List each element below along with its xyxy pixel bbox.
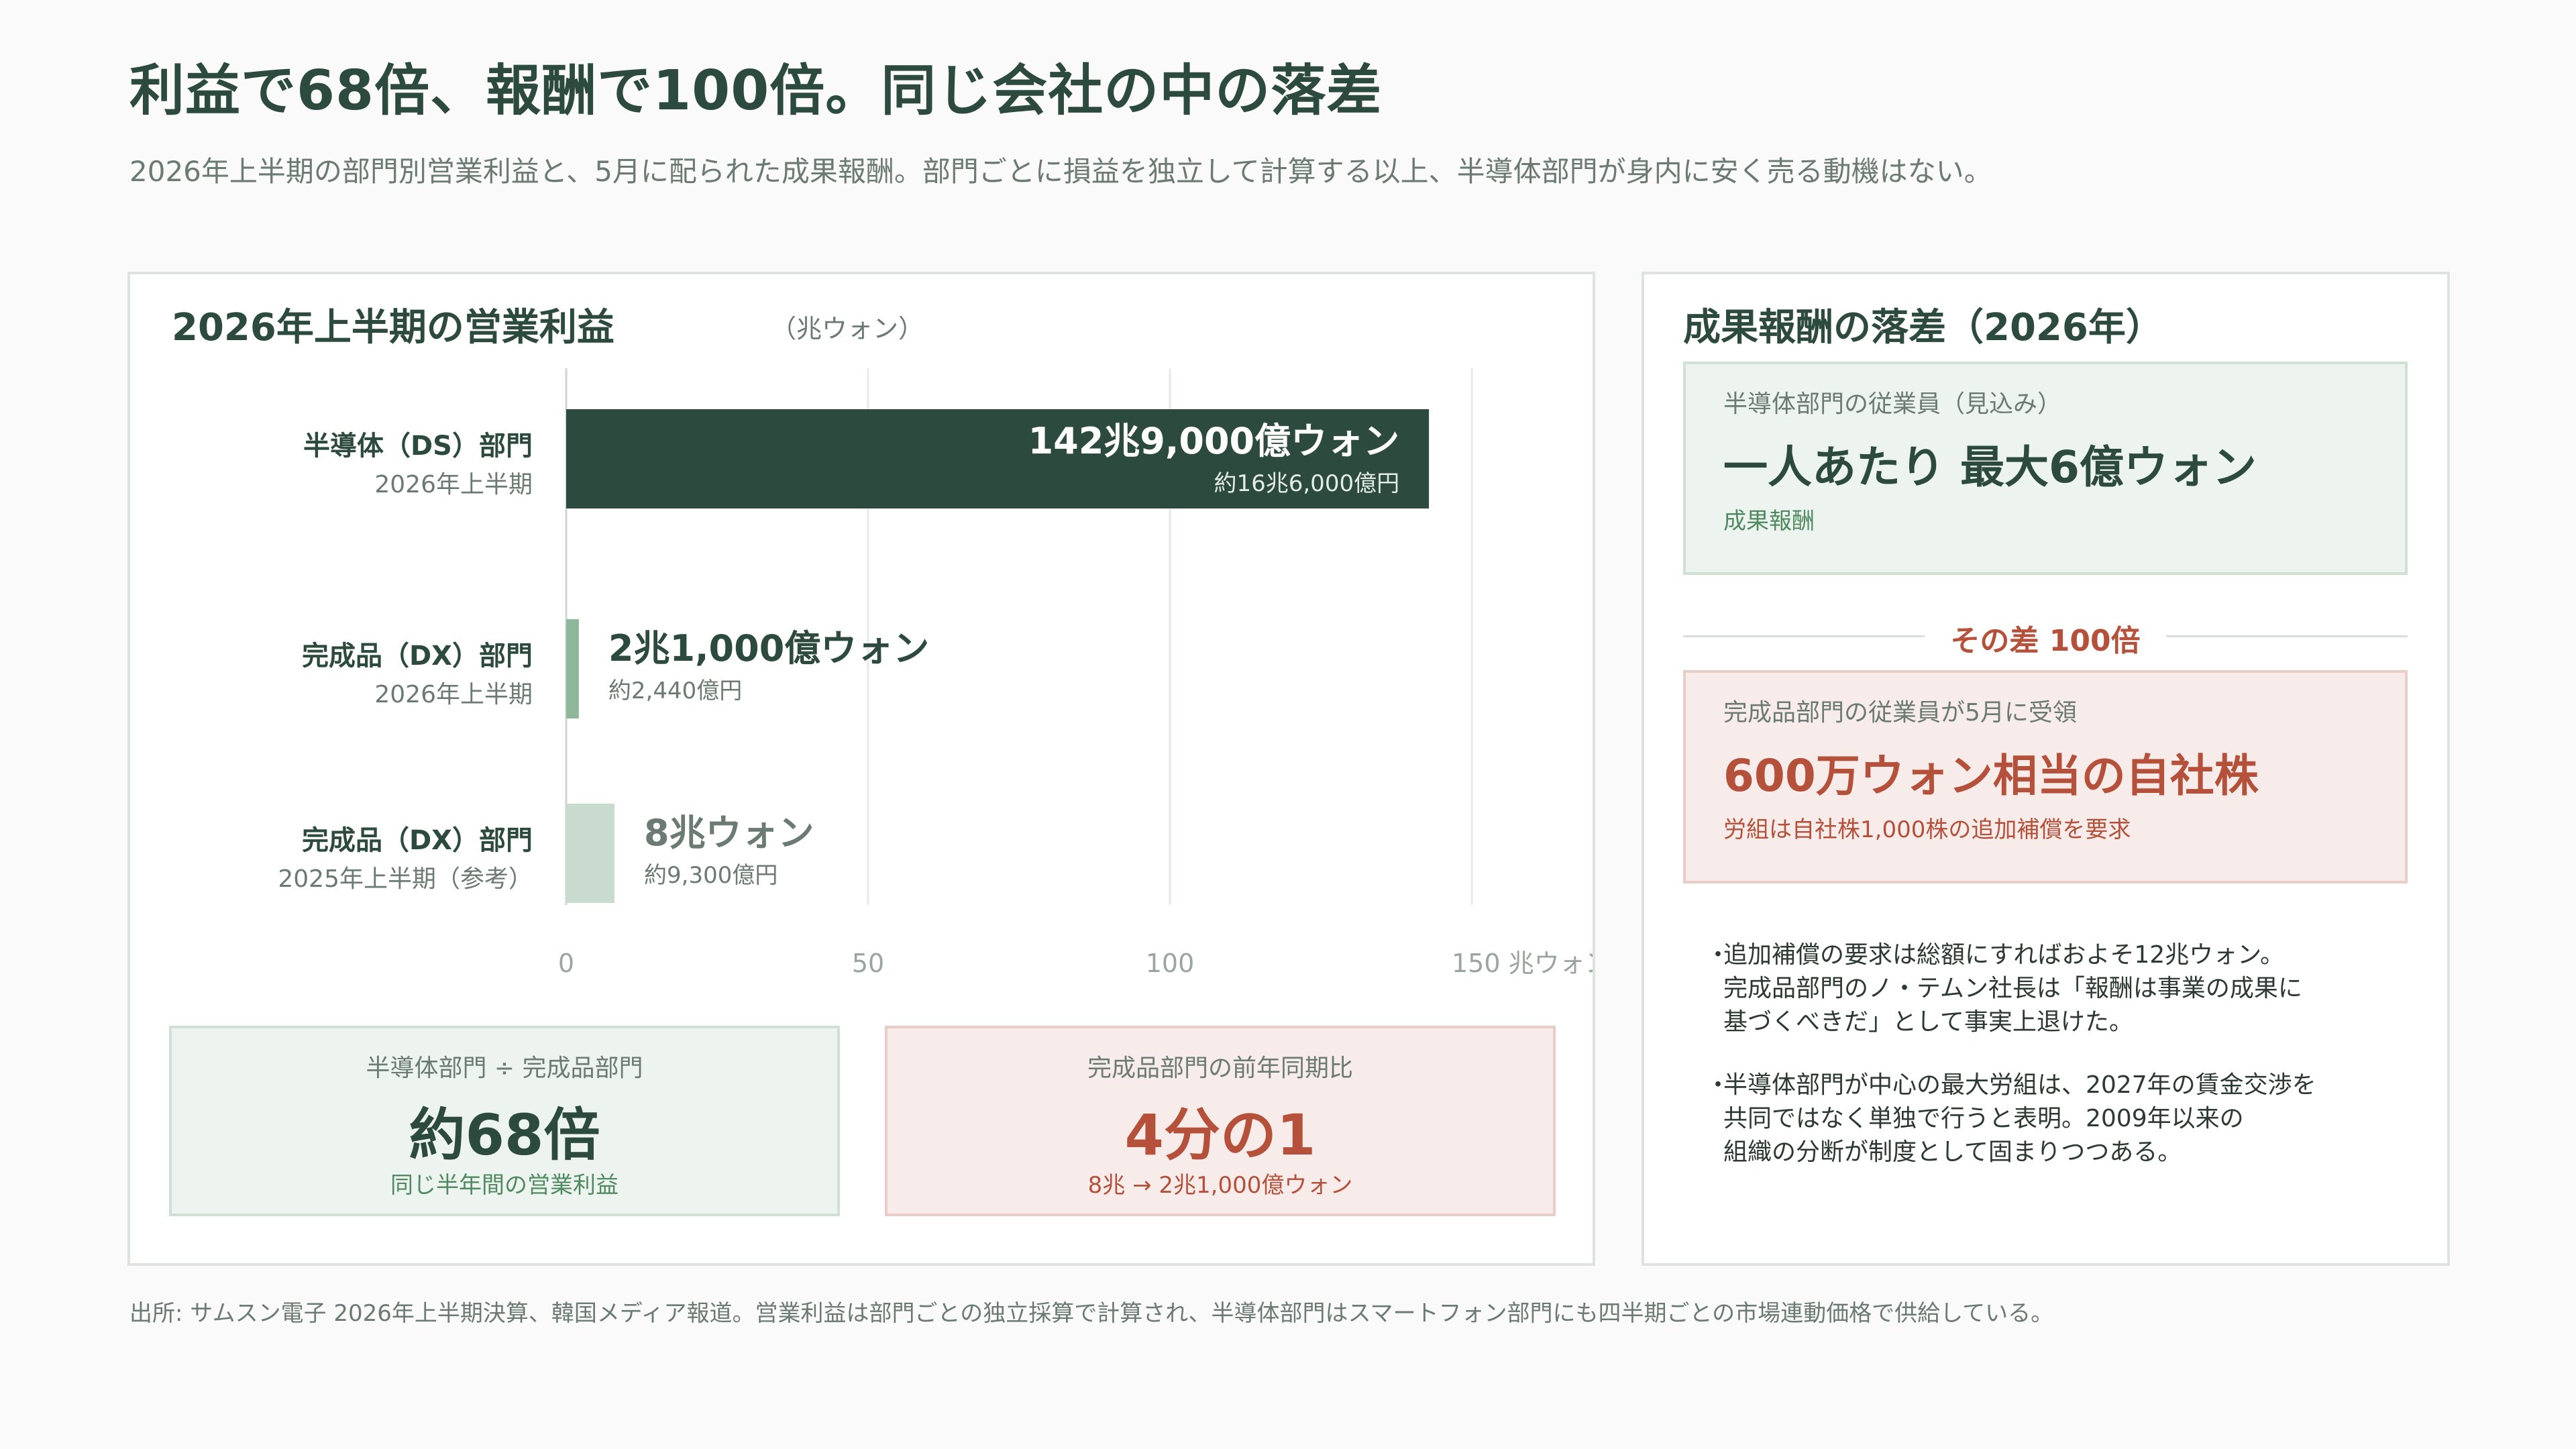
bar: [566, 804, 614, 903]
bullet-dot: ・: [1706, 1071, 1731, 1099]
data-label: 142兆9,000億ウォン: [1028, 420, 1400, 462]
category-sublabel: 2026年上半期: [374, 471, 533, 498]
notes-list: ・ 追加補償の要求は総額にすればおよそ12兆ウォン。 完成品部門のノ・テムン社長…: [1706, 938, 2430, 1199]
card-dx-value: 600万ウォン相当の自社株: [1723, 750, 2259, 802]
data-sublabel: 約16兆6,000億円: [1214, 470, 1399, 497]
data-sublabel: 約9,300億円: [644, 862, 777, 889]
page: 利益で68倍、報酬で100倍。同じ会社の中の落差 2026年上半期の部門別営業利…: [0, 0, 2576, 1449]
x-tick-label: 100: [1146, 949, 1195, 978]
chart-panel: 2026年上半期の営業利益 （兆ウォン） 050100150 兆ウォン半導体（D…: [127, 272, 1595, 1266]
stat-yoy: 完成品部門の前年同期比 4分の1 8兆 → 2兆1,000億ウォン: [885, 1026, 1556, 1216]
difference-divider: その差 100倍: [1683, 616, 2408, 658]
x-tick-label: 0: [558, 949, 574, 978]
bar: [566, 619, 579, 718]
category-sublabel: 2025年上半期（参考）: [278, 865, 533, 893]
stat-ratio: 半導体部門 ÷ 完成品部門 約68倍 同じ半年間の営業利益: [169, 1026, 840, 1216]
source-footer: 出所: サムスン電子 2026年上半期決算、韓国メディア報道。営業利益は部門ごと…: [129, 1300, 2054, 1327]
card-dx-note: 労組は自社株1,000株の追加補償を要求: [1723, 816, 2131, 843]
bullet-dot: ・: [1706, 941, 1731, 969]
data-sublabel: 約2,440億円: [608, 678, 742, 704]
bonus-panel: 成果報酬の落差（2026年） 半導体部門の従業員（見込み） 一人あたり 最大6億…: [1642, 272, 2450, 1266]
stat-ratio-value: 約68倍: [409, 1102, 600, 1168]
category-label: 完成品（DX）部門: [302, 641, 533, 672]
page-title: 利益で68倍、報酬で100倍。同じ会社の中の落差: [129, 59, 1383, 123]
data-label: 8兆ウォン: [644, 812, 814, 854]
bonus-title: 成果報酬の落差（2026年）: [1683, 306, 2163, 350]
stat-ratio-label: 半導体部門 ÷ 完成品部門: [366, 1055, 643, 1082]
x-tick-label: 50: [852, 949, 884, 978]
stat-ratio-note: 同じ半年間の営業利益: [390, 1172, 619, 1199]
note-line: 追加補償の要求は総額にすればおよそ12兆ウォン。: [1723, 941, 2285, 969]
note-line: 半導体部門が中心の最大労組は、2027年の賃金交渉を: [1723, 1071, 2316, 1099]
note-line: 完成品部門のノ・テムン社長は「報酬は事業の成果に: [1723, 975, 2302, 1002]
card-dx-bonus: 完成品部門の従業員が5月に受領 600万ウォン相当の自社株 労組は自社株1,00…: [1683, 670, 2408, 883]
card-ds-note: 成果報酬: [1723, 508, 1815, 535]
data-label: 2兆1,000億ウォン: [608, 627, 929, 669]
note-line: 組織の分断が制度として固まりつつある。: [1723, 1138, 2182, 1166]
category-sublabel: 2026年上半期: [374, 681, 533, 708]
page-subtitle: 2026年上半期の部門別営業利益と、5月に配られた成果報酬。部門ごとに損益を独立…: [129, 155, 1992, 188]
note-line: 基づくべきだ」として事実上退けた。: [1723, 1008, 2133, 1036]
divider-text: その差 100倍: [1950, 624, 2141, 658]
category-label: 半導体（DS）部門: [303, 431, 533, 462]
stat-yoy-value: 4分の1: [1124, 1102, 1316, 1168]
note-line: 共同ではなく単独で行うと表明。2009年以来の: [1723, 1105, 2244, 1132]
bar-chart: 0 50 100 150 兆ウォン 半導体（DS）部門 2026年上半期 142兆9,000…: [278, 368, 1593, 978]
stat-yoy-label: 完成品部門の前年同期比: [1087, 1055, 1353, 1082]
card-dx-label: 完成品部門の従業員が5月に受領: [1723, 699, 2077, 727]
note-item: ・ 追加補償の要求は総額にすればおよそ12兆ウォン。 完成品部門のノ・テムン社長…: [1706, 938, 2430, 1039]
card-ds-value: 一人あたり 最大6億ウォン: [1723, 441, 2257, 493]
x-tick-label: 150 兆ウォン: [1452, 949, 1593, 978]
stat-yoy-note: 8兆 → 2兆1,000億ウォン: [1087, 1172, 1353, 1199]
note-item: ・ 半導体部門が中心の最大労組は、2027年の賃金交渉を 共同ではなく単独で行う…: [1706, 1069, 2430, 1169]
card-ds-bonus: 半導体部門の従業員（見込み） 一人あたり 最大6億ウォン 成果報酬: [1683, 362, 2408, 575]
card-ds-label: 半導体部門の従業員（見込み）: [1723, 390, 2062, 418]
category-label: 完成品（DX）部門: [302, 825, 533, 856]
